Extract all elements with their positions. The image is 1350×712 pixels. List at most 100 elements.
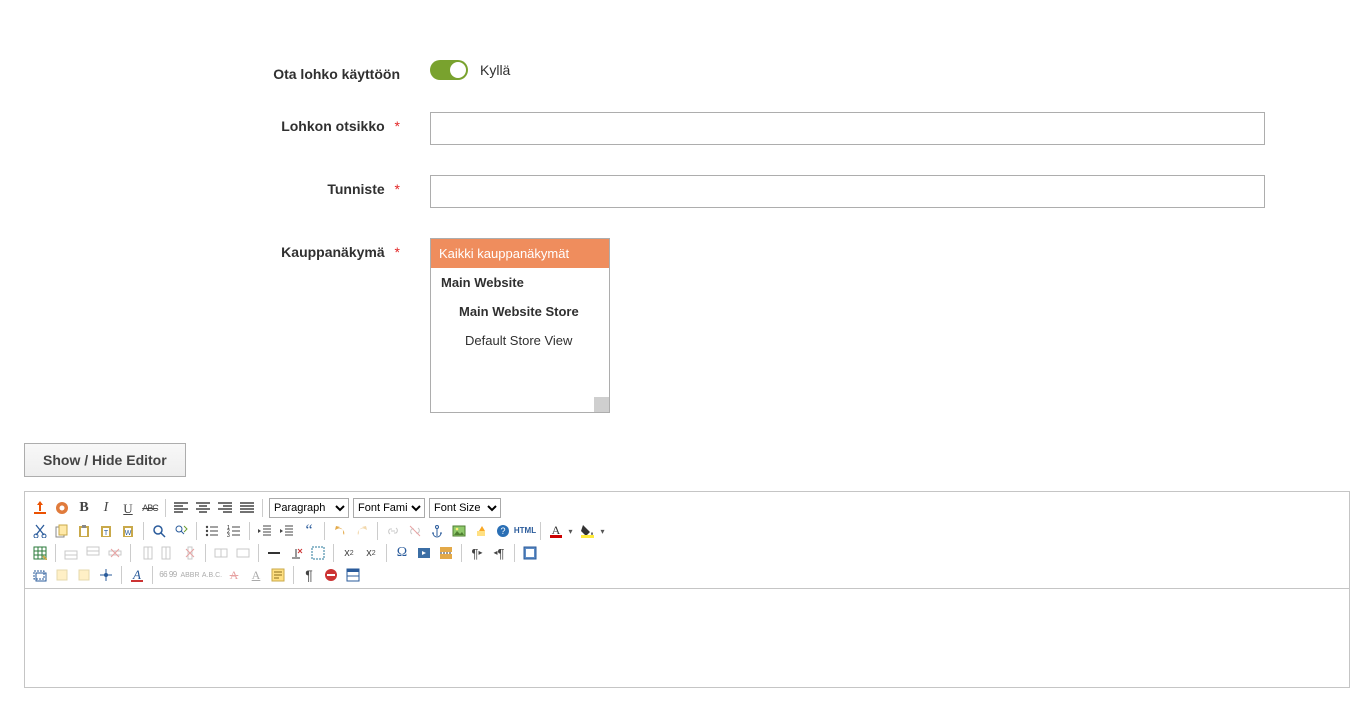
label-text: Tunniste (327, 181, 384, 197)
separator (333, 544, 334, 562)
visual-aid-icon[interactable] (309, 544, 327, 562)
variable-icon[interactable] (53, 499, 71, 517)
attributes-icon[interactable] (269, 566, 287, 584)
table-icon[interactable] (31, 544, 49, 562)
label-identifier: Tunniste * (30, 175, 430, 197)
separator (262, 499, 263, 517)
special-char-icon[interactable]: Ω (393, 544, 411, 562)
cut-icon[interactable] (31, 522, 49, 540)
enable-toggle[interactable] (430, 60, 468, 80)
indent-icon[interactable] (278, 522, 296, 540)
font-size-select[interactable]: Font Size (429, 498, 501, 518)
dropdown-icon[interactable]: ▾ (598, 522, 607, 540)
format-select[interactable]: Paragraph (269, 498, 349, 518)
col-after-icon[interactable] (159, 544, 177, 562)
layer-forward-icon[interactable] (53, 566, 71, 584)
redo-icon[interactable] (353, 522, 371, 540)
undo-icon[interactable] (331, 522, 349, 540)
separator (196, 522, 197, 540)
remove-format-icon[interactable] (287, 544, 305, 562)
abbr-icon[interactable]: ABBR (181, 566, 199, 584)
cleanup-icon[interactable] (472, 522, 490, 540)
anchor-icon[interactable] (428, 522, 446, 540)
dropdown-icon[interactable]: ▾ (566, 522, 575, 540)
hr-icon[interactable] (265, 544, 283, 562)
bold-icon[interactable]: B (75, 499, 93, 517)
cite-icon[interactable]: 66 99 (159, 566, 177, 584)
layer-icon[interactable] (31, 566, 49, 584)
replace-icon[interactable] (172, 522, 190, 540)
align-justify-icon[interactable] (238, 499, 256, 517)
delete-col-icon[interactable] (181, 544, 199, 562)
block-title-input[interactable] (430, 112, 1265, 145)
underline-icon[interactable]: U (119, 499, 137, 517)
ltr-icon[interactable]: ¶▸ (468, 544, 486, 562)
col-before-icon[interactable] (137, 544, 155, 562)
control-store-view: Kaikki kauppanäkymätMain WebsiteMain Web… (430, 238, 1320, 413)
find-icon[interactable] (150, 522, 168, 540)
help-icon[interactable]: ? (494, 522, 512, 540)
pagebreak-icon[interactable] (437, 544, 455, 562)
delete-row-icon[interactable] (106, 544, 124, 562)
store-view-option[interactable]: Default Store View (431, 326, 609, 355)
numbered-list-icon[interactable]: 123 (225, 522, 243, 540)
split-cells-icon[interactable] (212, 544, 230, 562)
svg-text:3: 3 (227, 533, 230, 538)
toolbar-row-1: B I U ABC Paragraph Font Family Font Siz… (31, 496, 1343, 520)
separator (324, 522, 325, 540)
align-center-icon[interactable] (194, 499, 212, 517)
show-hide-editor-button[interactable]: Show / Hide Editor (24, 443, 186, 477)
paste-word-icon[interactable]: W (119, 522, 137, 540)
image-icon[interactable] (450, 522, 468, 540)
bullet-list-icon[interactable] (203, 522, 221, 540)
code-icon[interactable]: HTML (516, 522, 534, 540)
toolbar-row-3: x2 x2 Ω ¶▸ ◂¶ (31, 542, 1343, 564)
text-color-picker[interactable]: A ▾ (547, 522, 575, 540)
control-block-title (430, 112, 1320, 145)
align-right-icon[interactable] (216, 499, 234, 517)
superscript-icon[interactable]: x2 (362, 544, 380, 562)
widget-icon[interactable] (31, 499, 49, 517)
store-view-select[interactable]: Kaikki kauppanäkymätMain WebsiteMain Web… (430, 238, 610, 413)
nbsp-icon[interactable] (322, 566, 340, 584)
store-view-option[interactable]: Main Website Store (431, 297, 609, 326)
toolbar-row-4: A 66 99 ABBR A.B.C. A A ¶ (31, 564, 1343, 586)
row-after-icon[interactable] (84, 544, 102, 562)
identifier-input[interactable] (430, 175, 1265, 208)
media-icon[interactable] (415, 544, 433, 562)
del-icon[interactable]: A (225, 566, 243, 584)
unlink-icon[interactable] (406, 522, 424, 540)
rtl-icon[interactable]: ◂¶ (490, 544, 508, 562)
store-view-option[interactable]: Kaikki kauppanäkymät (431, 239, 609, 268)
editor-toolbar: B I U ABC Paragraph Font Family Font Siz… (24, 491, 1350, 588)
bg-color-picker[interactable]: ▾ (579, 522, 607, 540)
toggle-knob (450, 62, 466, 78)
fullscreen-icon[interactable] (521, 544, 539, 562)
absolute-icon[interactable] (97, 566, 115, 584)
editor-content[interactable] (24, 588, 1350, 688)
required-marker: * (395, 118, 400, 134)
paste-icon[interactable] (75, 522, 93, 540)
strikethrough-icon[interactable]: ABC (141, 499, 159, 517)
row-before-icon[interactable] (62, 544, 80, 562)
acronym-icon[interactable]: A.B.C. (203, 566, 221, 584)
styleprops-icon[interactable]: A (128, 566, 146, 584)
copy-icon[interactable] (53, 522, 71, 540)
merge-cells-icon[interactable] (234, 544, 252, 562)
ins-icon[interactable]: A (247, 566, 265, 584)
link-icon[interactable] (384, 522, 402, 540)
align-left-icon[interactable] (172, 499, 190, 517)
italic-icon[interactable]: I (97, 499, 115, 517)
subscript-icon[interactable]: x2 (340, 544, 358, 562)
font-family-select[interactable]: Font Family (353, 498, 425, 518)
separator (461, 544, 462, 562)
outdent-icon[interactable] (256, 522, 274, 540)
required-marker: * (395, 244, 400, 260)
visualchars-icon[interactable]: ¶ (300, 566, 318, 584)
layer-backward-icon[interactable] (75, 566, 93, 584)
template-icon[interactable] (344, 566, 362, 584)
blockquote-icon[interactable]: “ (300, 522, 318, 540)
store-view-option[interactable]: Main Website (431, 268, 609, 297)
paste-text-icon[interactable]: T (97, 522, 115, 540)
toolbar-row-2: T W 123 “ ? (31, 520, 1343, 542)
